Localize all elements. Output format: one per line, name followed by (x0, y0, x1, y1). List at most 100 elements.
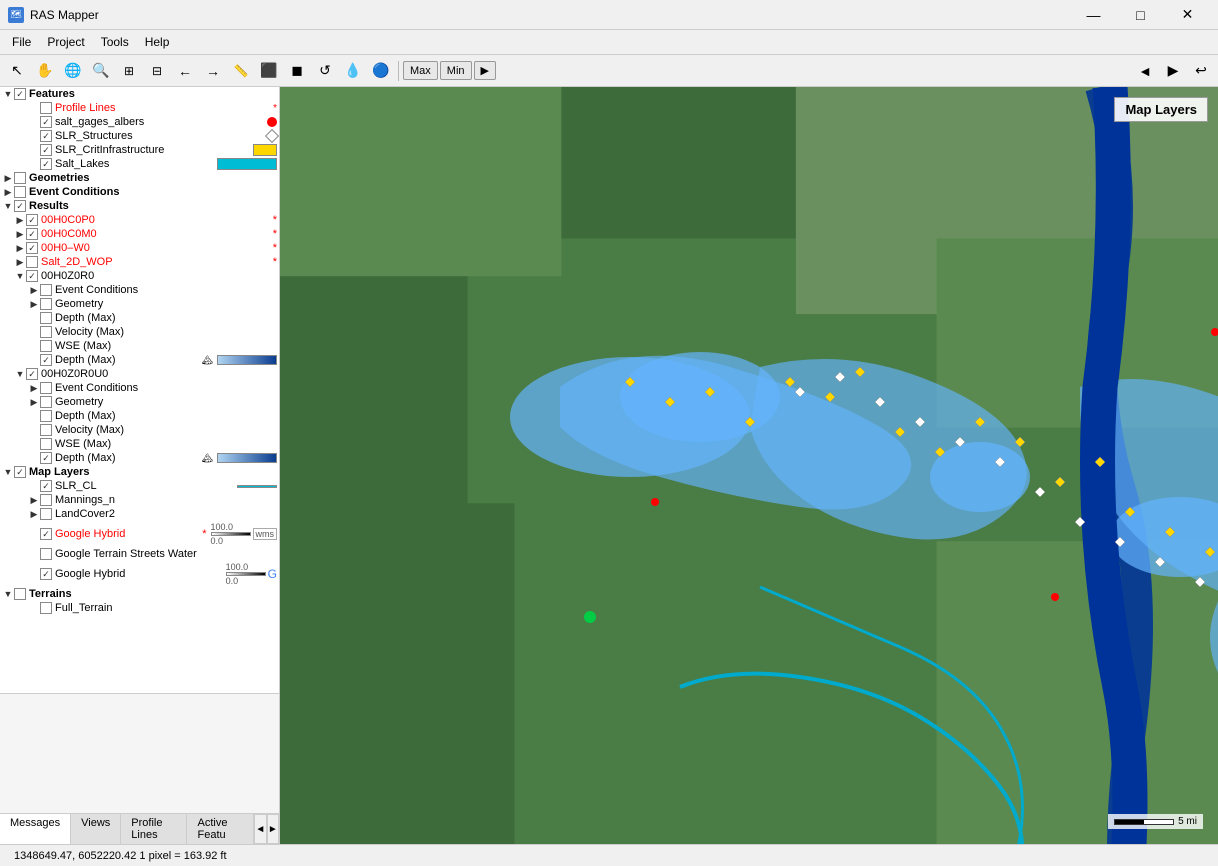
result1-expander[interactable]: ▶ (14, 214, 26, 226)
play-button[interactable]: ▶ (474, 61, 496, 80)
event-conditions-checkbox[interactable] (14, 186, 26, 198)
results-checkbox[interactable] (14, 200, 26, 212)
landcover-checkbox[interactable] (40, 508, 52, 520)
result4-item[interactable]: ▶ Salt_2D_WOP * (0, 255, 279, 269)
menu-file[interactable]: File (4, 32, 39, 52)
nav-left[interactable]: ◄ (1132, 58, 1158, 84)
slr-crit-checkbox[interactable] (40, 144, 52, 156)
result1-item[interactable]: ▶ 00H0C0P0 * (0, 213, 279, 227)
result5-checkbox[interactable] (26, 270, 38, 282)
measure-tool[interactable]: 📏 (228, 58, 254, 84)
google-hybrid2-item[interactable]: Google Hybrid 100.0 0.0 G (0, 561, 279, 587)
draw-rect-tool[interactable]: ⬛ (256, 58, 282, 84)
full-terrain-item[interactable]: Full_Terrain (0, 601, 279, 615)
r5-depth-checkbox[interactable] (40, 312, 52, 324)
result3-expander[interactable]: ▶ (14, 242, 26, 254)
maximize-button[interactable]: □ (1118, 0, 1163, 30)
forward-tool[interactable]: → (200, 58, 226, 84)
map-area[interactable]: Map Layers 5 mi (280, 87, 1218, 844)
r5-event-checkbox[interactable] (40, 284, 52, 296)
slr-structures-item[interactable]: SLR_Structures (0, 129, 279, 143)
r5-depth-checked-item[interactable]: Depth (Max) 🏔 (0, 353, 279, 367)
r5-geometry-checkbox[interactable] (40, 298, 52, 310)
tab-active-featu[interactable]: Active Featu (187, 814, 254, 844)
menu-help[interactable]: Help (137, 32, 178, 52)
r6-depth-item[interactable]: Depth (Max) (0, 409, 279, 423)
circle-tool[interactable]: 🔵 (368, 58, 394, 84)
globe-tool[interactable]: 🌐 (60, 58, 86, 84)
r5-geometry-expander[interactable]: ▶ (28, 298, 40, 310)
result6-expander[interactable]: ▼ (14, 368, 26, 380)
google-hybrid2-row[interactable]: Google Hybrid 100.0 0.0 G (28, 561, 279, 587)
results-expander[interactable]: ▼ (2, 200, 14, 212)
r6-geometry-item[interactable]: ▶ Geometry (0, 395, 279, 409)
tab-messages[interactable]: Messages (0, 814, 71, 844)
pan-tool[interactable]: ✋ (32, 58, 58, 84)
r5-geometry-item[interactable]: ▶ Geometry (0, 297, 279, 311)
r6-geometry-expander[interactable]: ▶ (28, 396, 40, 408)
slr-cl-checkbox[interactable] (40, 480, 52, 492)
google-terrain-item[interactable]: Google Terrain Streets Water (0, 547, 279, 561)
minimize-button[interactable]: — (1071, 0, 1116, 30)
result6-checkbox[interactable] (26, 368, 38, 380)
close-button[interactable]: ✕ (1165, 0, 1210, 30)
r5-event-item[interactable]: ▶ Event Conditions (0, 283, 279, 297)
slr-cl-item[interactable]: SLR_CL (0, 479, 279, 493)
min-button[interactable]: Min (440, 61, 472, 80)
r6-event-item[interactable]: ▶ Event Conditions (0, 381, 279, 395)
landcover-item[interactable]: ▶ LandCover2 (0, 507, 279, 521)
geometries-group[interactable]: ▶ Geometries (0, 171, 279, 185)
features-expander[interactable]: ▼ (2, 88, 14, 100)
result6-item[interactable]: ▼ 00H0Z0R0U0 (0, 367, 279, 381)
r5-velocity-checkbox[interactable] (40, 326, 52, 338)
map-layers-checkbox[interactable] (14, 466, 26, 478)
mannings-expander[interactable]: ▶ (28, 494, 40, 506)
salt-lakes-item[interactable]: Salt_Lakes (0, 157, 279, 171)
r6-wse-checkbox[interactable] (40, 438, 52, 450)
r5-depth-item[interactable]: Depth (Max) (0, 311, 279, 325)
tab-profile-lines[interactable]: Profile Lines (121, 814, 187, 844)
tab-nav-right[interactable]: ► (267, 814, 279, 844)
slr-structures-checkbox[interactable] (40, 130, 52, 142)
geometries-checkbox[interactable] (14, 172, 26, 184)
mannings-checkbox[interactable] (40, 494, 52, 506)
google-terrain-checkbox[interactable] (40, 548, 52, 560)
result4-expander[interactable]: ▶ (14, 256, 26, 268)
google-hybrid1-row[interactable]: Google Hybrid * 100.0 0.0 wms (28, 521, 279, 547)
event-conditions-expander[interactable]: ▶ (2, 186, 14, 198)
r6-depth-checkbox[interactable] (40, 410, 52, 422)
google-hybrid1-checkbox[interactable] (40, 528, 52, 540)
r5-wse-item[interactable]: WSE (Max) (0, 339, 279, 353)
salt-lakes-checkbox[interactable] (40, 158, 52, 170)
r5-event-expander[interactable]: ▶ (28, 284, 40, 296)
back-tool[interactable]: ← (172, 58, 198, 84)
landcover-expander[interactable]: ▶ (28, 508, 40, 520)
result5-item[interactable]: ▼ 00H0Z0R0 (0, 269, 279, 283)
result5-expander[interactable]: ▼ (14, 270, 26, 282)
zoom-out-tool[interactable]: ⊟ (144, 58, 170, 84)
google-hybrid1-item[interactable]: Google Hybrid * 100.0 0.0 wms (0, 521, 279, 547)
layer-tree[interactable]: ▼ Features Profile Lines * salt_gages_al… (0, 87, 279, 693)
menu-tools[interactable]: Tools (93, 32, 137, 52)
map-layers-expander[interactable]: ▼ (2, 466, 14, 478)
r6-event-expander[interactable]: ▶ (28, 382, 40, 394)
r6-velocity-checkbox[interactable] (40, 424, 52, 436)
draw-poly-tool[interactable]: ◼ (284, 58, 310, 84)
zoom-in-tool[interactable]: 🔍 (88, 58, 114, 84)
r5-depth-checked-checkbox[interactable] (40, 354, 52, 366)
features-group[interactable]: ▼ Features (0, 87, 279, 101)
profile-lines-item[interactable]: Profile Lines * (0, 101, 279, 115)
result2-item[interactable]: ▶ 00H0C0M0 * (0, 227, 279, 241)
geometries-expander[interactable]: ▶ (2, 172, 14, 184)
tab-nav-left[interactable]: ◄ (254, 814, 266, 844)
slr-crit-item[interactable]: SLR_CritInfrastructure (0, 143, 279, 157)
r5-wse-checkbox[interactable] (40, 340, 52, 352)
select-tool[interactable]: ↖ (4, 58, 30, 84)
refresh-tool[interactable]: ↺ (312, 58, 338, 84)
results-group[interactable]: ▼ Results (0, 199, 279, 213)
features-checkbox[interactable] (14, 88, 26, 100)
salt-gages-item[interactable]: salt_gages_albers (0, 115, 279, 129)
menu-project[interactable]: Project (39, 32, 92, 52)
result2-checkbox[interactable] (26, 228, 38, 240)
mannings-item[interactable]: ▶ Mannings_n (0, 493, 279, 507)
